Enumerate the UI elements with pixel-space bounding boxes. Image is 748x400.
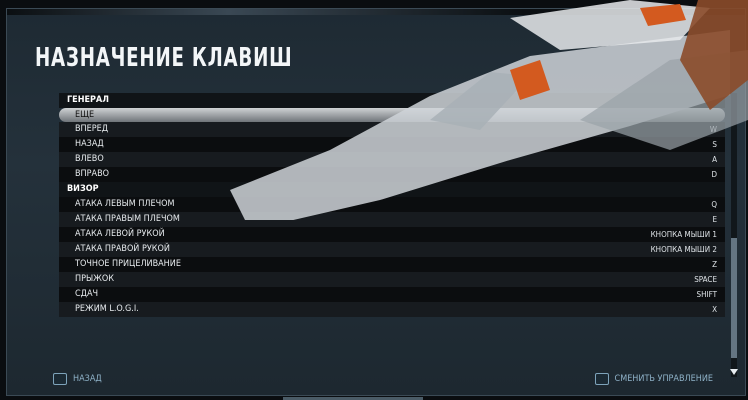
section-title: ГЕНЕРАЛ	[67, 95, 109, 105]
binding-row[interactable]: ВЛЕВО A	[59, 152, 725, 167]
binding-label: ВПЕРЕД	[75, 124, 109, 134]
keybinding-panel: НАЗНАЧЕНИЕ КЛАВИШ ГЕНЕРАЛ ЕЩЕ ВПЕРЕД W НАЗАД…	[6, 8, 746, 400]
back-label: НАЗАД	[73, 374, 102, 384]
binding-label: АТАКА ПРАВЫМ ПЛЕЧОМ	[75, 214, 180, 224]
binding-key: W	[709, 125, 717, 134]
binding-key: Q	[711, 200, 717, 209]
binding-row[interactable]: АТАКА ПРАВОЙ РУКОЙ КНОПКА МЫШИ 2	[59, 242, 725, 257]
binding-row[interactable]: АТАКА ПРАВЫМ ПЛЕЧОМ E	[59, 212, 725, 227]
binding-key: X	[712, 305, 717, 314]
section-header: ГЕНЕРАЛ	[59, 93, 725, 108]
binding-key: КНОПКА МЫШИ 2	[650, 245, 717, 254]
binding-row[interactable]: ВПРАВО D	[59, 167, 725, 182]
binding-key: Z	[712, 260, 717, 269]
section-title: ВИЗОР	[67, 184, 99, 194]
binding-row[interactable]: АТАКА ЛЕВЫМ ПЛЕЧОМ Q	[59, 197, 725, 212]
binding-key: A	[712, 155, 717, 164]
binding-label: ТОЧНОЕ ПРИЦЕЛИВАНИЕ	[75, 259, 181, 269]
binding-label: АТАКА ЛЕВОЙ РУКОЙ	[75, 229, 165, 239]
binding-row[interactable]: ПРЫЖОК SPACE	[59, 272, 725, 287]
binding-label: РЕЖИМ L.O.G.I.	[75, 304, 139, 314]
scroll-thumb[interactable]	[731, 238, 737, 358]
keybinding-list[interactable]: ГЕНЕРАЛ ЕЩЕ ВПЕРЕД W НАЗАД S ВЛЕВО A ВПРАВО D ВИЗО…	[59, 93, 725, 353]
binding-label: СДАЧ	[75, 289, 99, 299]
reset-controls-button[interactable]: СМЕНИТЬ УПРАВЛЕНИЕ	[594, 373, 713, 385]
page-title: НАЗНАЧЕНИЕ КЛАВИШ	[35, 43, 293, 73]
binding-label: ПРЫЖОК	[75, 274, 114, 284]
binding-row[interactable]: ТОЧНОЕ ПРИЦЕЛИВАНИЕ Z	[59, 257, 725, 272]
binding-label: АТАКА ПРАВОЙ РУКОЙ	[75, 244, 170, 254]
section-header: ВИЗОР	[59, 182, 725, 197]
key-icon	[594, 373, 609, 385]
chevron-down-icon[interactable]	[730, 369, 738, 375]
binding-row[interactable]: СДАЧ SHIFT	[59, 287, 725, 302]
binding-key: S	[712, 140, 717, 149]
binding-label: НАЗАД	[75, 139, 104, 149]
back-button[interactable]: НАЗАД	[53, 373, 102, 385]
binding-key: D	[711, 170, 717, 179]
key-icon	[53, 373, 67, 385]
binding-label: ВПРАВО	[75, 169, 109, 179]
binding-key: E	[712, 215, 717, 224]
binding-label: ВЛЕВО	[75, 154, 104, 164]
binding-row[interactable]: ВПЕРЕД W	[59, 122, 725, 137]
binding-key: КНОПКА МЫШИ 1	[650, 230, 717, 239]
binding-row[interactable]: АТАКА ЛЕВОЙ РУКОЙ КНОПКА МЫШИ 1	[59, 227, 725, 242]
scrollbar[interactable]	[731, 93, 737, 377]
binding-label: ЕЩЕ	[75, 110, 95, 120]
binding-row[interactable]: НАЗАД S	[59, 137, 725, 152]
binding-label: АТАКА ЛЕВЫМ ПЛЕЧОМ	[75, 199, 175, 209]
binding-row[interactable]: ЕЩЕ	[59, 108, 725, 122]
binding-key: SHIFT	[696, 290, 718, 299]
reset-label: СМЕНИТЬ УПРАВЛЕНИЕ	[614, 374, 713, 384]
binding-key: SPACE	[694, 275, 717, 284]
binding-row[interactable]: РЕЖИМ L.O.G.I. X	[59, 302, 725, 317]
